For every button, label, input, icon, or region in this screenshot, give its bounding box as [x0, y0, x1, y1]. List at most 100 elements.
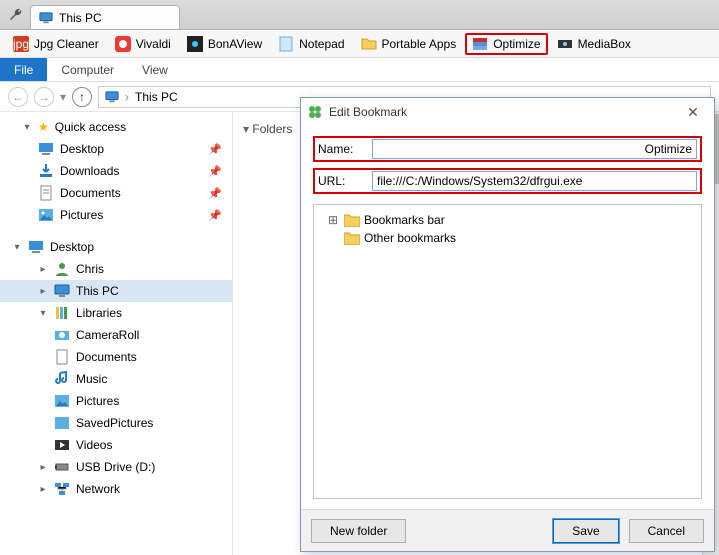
url-label: URL: — [318, 174, 364, 188]
folder-icon — [344, 213, 360, 227]
wrench-icon[interactable] — [8, 7, 24, 23]
optimize-icon — [472, 36, 488, 52]
dialog-titlebar: Edit Bookmark ✕ — [301, 98, 714, 126]
videos-icon — [54, 437, 70, 453]
tree-label: Quick access — [55, 120, 126, 134]
folder-tree[interactable]: ⊞ Bookmarks bar Other bookmarks — [313, 204, 702, 499]
tree-lib-videos[interactable]: Videos — [0, 434, 232, 456]
music-icon — [54, 371, 70, 387]
bookmark-label: Portable Apps — [382, 37, 457, 51]
tree-documents[interactable]: Documents 📌 — [0, 182, 232, 204]
tree-network[interactable]: ▸Network — [0, 478, 232, 500]
ribbon-tab-label: View — [142, 63, 168, 77]
tree-user-chris[interactable]: ▸Chris — [0, 258, 232, 280]
pictures-icon — [54, 415, 70, 431]
nav-recent-dropdown[interactable]: ▾ — [60, 90, 66, 104]
url-input[interactable] — [372, 171, 697, 191]
tree-label: Videos — [76, 438, 112, 452]
tree-lib-pictures[interactable]: Pictures — [0, 390, 232, 412]
tree-cameraroll[interactable]: CameraRoll — [0, 324, 232, 346]
tree-label: SavedPictures — [76, 416, 153, 430]
bookmark-jpg-cleaner[interactable]: jpg Jpg Cleaner — [6, 33, 106, 55]
tree-label: This PC — [76, 284, 119, 298]
dialog-title: Edit Bookmark — [329, 105, 407, 119]
documents-icon — [54, 349, 70, 365]
nav-tree[interactable]: ▾★Quick access Desktop📌 Downloads 📌 Docum… — [0, 112, 232, 555]
bookmark-label: Vivaldi — [136, 37, 171, 51]
bookmark-optimize[interactable]: Optimize — [465, 33, 547, 55]
pin-icon: 📌 — [208, 187, 222, 200]
bookmark-label: Jpg Cleaner — [34, 37, 99, 51]
tree-label: Libraries — [76, 306, 122, 320]
tree-label: Network — [76, 482, 120, 496]
address-path: This PC — [135, 90, 178, 104]
bookmark-label: BonAView — [208, 37, 262, 51]
vivaldi-icon — [115, 36, 131, 52]
pin-icon: 📌 — [208, 165, 222, 178]
tree-this-pc[interactable]: ▸This PC — [0, 280, 232, 302]
ribbon-file-label: File — [14, 63, 33, 77]
bonaview-icon — [187, 36, 203, 52]
tree-label: Documents — [60, 186, 121, 200]
browser-tab[interactable]: This PC — [30, 5, 180, 29]
url-field-row: URL: — [313, 168, 702, 194]
tree-desktop[interactable]: Desktop📌 — [0, 138, 232, 160]
tree-downloads[interactable]: Downloads 📌 — [0, 160, 232, 182]
desktop-icon — [28, 239, 44, 255]
bookmark-mediabox[interactable]: MediaBox — [550, 33, 638, 55]
bookmark-bonaview[interactable]: BonAView — [180, 33, 269, 55]
folder-other-bookmarks[interactable]: Other bookmarks — [318, 229, 697, 247]
pc-icon — [54, 283, 70, 299]
tree-label: Downloads — [60, 164, 119, 178]
nav-up-button[interactable]: ↑ — [72, 87, 92, 107]
clover-icon — [307, 104, 323, 120]
bookmark-portable-apps[interactable]: Portable Apps — [354, 33, 464, 55]
ribbon-tab-computer[interactable]: Computer — [47, 58, 128, 81]
bookmark-label: Optimize — [493, 37, 540, 51]
pc-icon — [105, 90, 119, 104]
bookmark-label: Notepad — [299, 37, 344, 51]
nav-forward-button: → — [34, 87, 54, 107]
downloads-icon — [38, 163, 54, 179]
tree-desktop-root[interactable]: ▾Desktop — [0, 236, 232, 258]
usb-icon — [54, 459, 70, 475]
name-input[interactable] — [372, 139, 697, 159]
tree-lib-documents[interactable]: Documents — [0, 346, 232, 368]
cancel-button[interactable]: Cancel — [629, 519, 704, 543]
ribbon-file[interactable]: File — [0, 58, 47, 81]
tree-libraries[interactable]: ▾Libraries — [0, 302, 232, 324]
save-button[interactable]: Save — [553, 519, 618, 543]
bookmark-vivaldi[interactable]: Vivaldi — [108, 33, 178, 55]
notepad-icon — [278, 36, 294, 52]
tree-lib-music[interactable]: Music — [0, 368, 232, 390]
pc-icon — [39, 11, 53, 25]
expand-icon[interactable]: ⊞ — [328, 213, 340, 227]
pictures-icon — [38, 207, 54, 223]
folder-label: Other bookmarks — [364, 231, 456, 245]
tree-label: Pictures — [76, 394, 119, 408]
tree-label: Chris — [76, 262, 104, 276]
tree-usb-drive[interactable]: ▸USB Drive (D:) — [0, 456, 232, 478]
browser-tab-bar: This PC — [0, 0, 719, 30]
documents-icon — [38, 185, 54, 201]
name-label: Name: — [318, 142, 364, 156]
bookmark-notepad[interactable]: Notepad — [271, 33, 351, 55]
folder-icon — [344, 231, 360, 245]
tab-title: This PC — [59, 11, 102, 25]
mediabox-icon — [557, 36, 573, 52]
tree-pictures[interactable]: Pictures📌 — [0, 204, 232, 226]
nav-back-button[interactable]: ← — [8, 87, 28, 107]
user-icon — [54, 261, 70, 277]
close-button[interactable]: ✕ — [678, 104, 708, 121]
ribbon-tab-view[interactable]: View — [128, 58, 182, 81]
new-folder-button[interactable]: New folder — [311, 519, 406, 543]
folder-label: Bookmarks bar — [364, 213, 445, 227]
tree-quick-access[interactable]: ▾★Quick access — [0, 116, 232, 138]
pin-icon: 📌 — [208, 209, 222, 222]
desktop-icon — [38, 141, 54, 157]
group-header-label: Folders — [252, 122, 292, 136]
folder-bookmarks-bar[interactable]: ⊞ Bookmarks bar — [318, 211, 697, 229]
tree-savedpictures[interactable]: SavedPictures — [0, 412, 232, 434]
tree-label: USB Drive (D:) — [76, 460, 155, 474]
app-icon: jpg — [13, 36, 29, 52]
